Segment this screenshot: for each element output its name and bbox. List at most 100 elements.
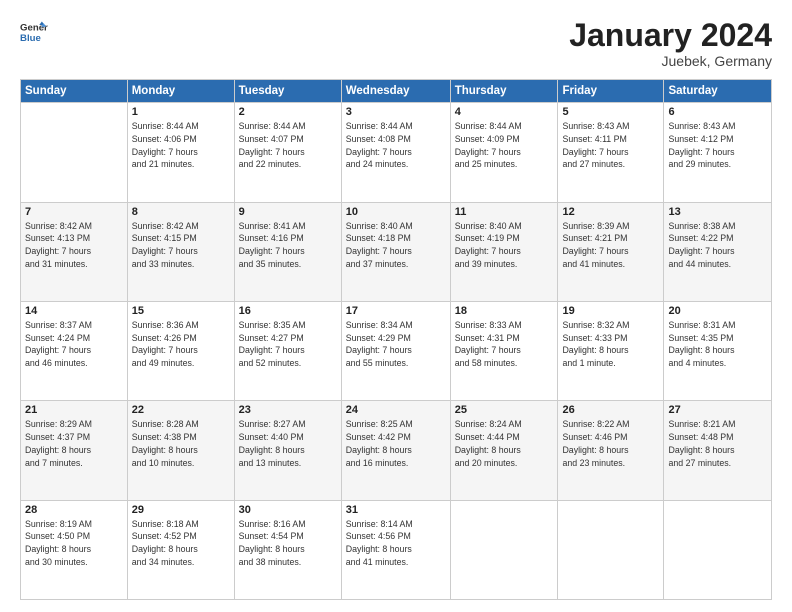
cell-w3-d4: 25 Sunrise: 8:24 AM Sunset: 4:44 PM Dayli… [450, 401, 558, 500]
week-row-0: 1 Sunrise: 8:44 AM Sunset: 4:06 PM Daylig… [21, 103, 772, 202]
day-number-1: 1 [132, 106, 230, 118]
cell-w2-d3: 17Sunrise: 8:34 AM Sunset: 4:29 PM Dayli… [341, 301, 450, 400]
day-info-27: Sunrise: 8:21 AM Sunset: 4:48 PM Dayligh… [668, 418, 767, 469]
calendar-header: Sunday Monday Tuesday Wednesday Thursday… [21, 80, 772, 103]
cell-w4-d0: 28 Sunrise: 8:19 AM Sunset: 4:50 PM Dayli… [21, 500, 128, 599]
cell-w2-d0: 14 Sunrise: 8:37 AM Sunset: 4:24 PM Dayli… [21, 301, 128, 400]
day-info-22: Sunrise: 8:28 AM Sunset: 4:38 PM Dayligh… [132, 418, 230, 469]
day-number-30: 30 [239, 504, 337, 516]
day-number-18: 18 [455, 305, 554, 317]
day-number-25: 25 [455, 404, 554, 416]
week-row-3: 21 Sunrise: 8:29 AM Sunset: 4:37 PM Dayli… [21, 401, 772, 500]
day-info-1: Sunrise: 8:44 AM Sunset: 4:06 PM Dayligh… [132, 120, 230, 171]
cell-w1-d3: 10 Sunrise: 8:40 AM Sunset: 4:18 PM Dayli… [341, 202, 450, 301]
day-info-3: Sunrise: 8:44 AM Sunset: 4:08 PM Dayligh… [346, 120, 446, 171]
cell-w2-d2: 16 Sunrise: 8:35 AM Sunset: 4:27 PM Dayli… [234, 301, 341, 400]
day-info-7: Sunrise: 8:42 AM Sunset: 4:13 PM Dayligh… [25, 220, 123, 271]
day-info-23: Sunrise: 8:27 AM Sunset: 4:40 PM Dayligh… [239, 418, 337, 469]
cell-w0-d6: 6 Sunrise: 8:43 AM Sunset: 4:12 PM Daylig… [664, 103, 772, 202]
col-saturday: Saturday [664, 80, 772, 103]
logo-icon: General Blue [20, 18, 48, 46]
day-info-5: Sunrise: 8:43 AM Sunset: 4:11 PM Dayligh… [562, 120, 659, 171]
cell-w1-d6: 13 Sunrise: 8:38 AM Sunset: 4:22 PM Dayli… [664, 202, 772, 301]
col-sunday: Sunday [21, 80, 128, 103]
day-number-24: 24 [346, 404, 446, 416]
cell-w3-d5: 26Sunrise: 8:22 AM Sunset: 4:46 PM Dayli… [558, 401, 664, 500]
main-title: January 2024 [569, 18, 772, 53]
day-info-25: Sunrise: 8:24 AM Sunset: 4:44 PM Dayligh… [455, 418, 554, 469]
cell-w1-d0: 7Sunrise: 8:42 AM Sunset: 4:13 PM Daylig… [21, 202, 128, 301]
day-number-19: 19 [562, 305, 659, 317]
cell-w3-d2: 23 Sunrise: 8:27 AM Sunset: 4:40 PM Dayli… [234, 401, 341, 500]
cell-w3-d6: 27 Sunrise: 8:21 AM Sunset: 4:48 PM Dayli… [664, 401, 772, 500]
col-friday: Friday [558, 80, 664, 103]
day-info-21: Sunrise: 8:29 AM Sunset: 4:37 PM Dayligh… [25, 418, 123, 469]
header: General Blue January 2024 Juebek, German… [20, 18, 772, 69]
cell-w1-d5: 12 Sunrise: 8:39 AM Sunset: 4:21 PM Dayli… [558, 202, 664, 301]
day-info-6: Sunrise: 8:43 AM Sunset: 4:12 PM Dayligh… [668, 120, 767, 171]
day-number-17: 17 [346, 305, 446, 317]
day-number-3: 3 [346, 106, 446, 118]
cell-w4-d5 [558, 500, 664, 599]
day-number-6: 6 [668, 106, 767, 118]
day-number-21: 21 [25, 404, 123, 416]
day-number-11: 11 [455, 206, 554, 218]
day-number-15: 15 [132, 305, 230, 317]
day-info-4: Sunrise: 8:44 AM Sunset: 4:09 PM Dayligh… [455, 120, 554, 171]
day-number-9: 9 [239, 206, 337, 218]
day-number-22: 22 [132, 404, 230, 416]
day-info-28: Sunrise: 8:19 AM Sunset: 4:50 PM Dayligh… [25, 518, 123, 569]
day-number-12: 12 [562, 206, 659, 218]
day-number-29: 29 [132, 504, 230, 516]
cell-w2-d4: 18 Sunrise: 8:33 AM Sunset: 4:31 PM Dayli… [450, 301, 558, 400]
day-info-14: Sunrise: 8:37 AM Sunset: 4:24 PM Dayligh… [25, 319, 123, 370]
cell-w4-d3: 31Sunrise: 8:14 AM Sunset: 4:56 PM Dayli… [341, 500, 450, 599]
day-number-16: 16 [239, 305, 337, 317]
day-info-31: Sunrise: 8:14 AM Sunset: 4:56 PM Dayligh… [346, 518, 446, 569]
day-number-10: 10 [346, 206, 446, 218]
cell-w2-d6: 20Sunrise: 8:31 AM Sunset: 4:35 PM Dayli… [664, 301, 772, 400]
cell-w0-d4: 4 Sunrise: 8:44 AM Sunset: 4:09 PM Daylig… [450, 103, 558, 202]
day-number-27: 27 [668, 404, 767, 416]
cell-w2-d1: 15 Sunrise: 8:36 AM Sunset: 4:26 PM Dayli… [127, 301, 234, 400]
day-info-8: Sunrise: 8:42 AM Sunset: 4:15 PM Dayligh… [132, 220, 230, 271]
cell-w0-d2: 2 Sunrise: 8:44 AM Sunset: 4:07 PM Daylig… [234, 103, 341, 202]
week-row-2: 14 Sunrise: 8:37 AM Sunset: 4:24 PM Dayli… [21, 301, 772, 400]
day-info-13: Sunrise: 8:38 AM Sunset: 4:22 PM Dayligh… [668, 220, 767, 271]
day-info-20: Sunrise: 8:31 AM Sunset: 4:35 PM Dayligh… [668, 319, 767, 370]
cell-w4-d2: 30Sunrise: 8:16 AM Sunset: 4:54 PM Dayli… [234, 500, 341, 599]
header-row: Sunday Monday Tuesday Wednesday Thursday… [21, 80, 772, 103]
cell-w0-d1: 1 Sunrise: 8:44 AM Sunset: 4:06 PM Daylig… [127, 103, 234, 202]
day-info-15: Sunrise: 8:36 AM Sunset: 4:26 PM Dayligh… [132, 319, 230, 370]
calendar-body: 1 Sunrise: 8:44 AM Sunset: 4:06 PM Daylig… [21, 103, 772, 600]
day-number-4: 4 [455, 106, 554, 118]
cell-w3-d1: 22 Sunrise: 8:28 AM Sunset: 4:38 PM Dayli… [127, 401, 234, 500]
col-wednesday: Wednesday [341, 80, 450, 103]
day-number-14: 14 [25, 305, 123, 317]
day-info-29: Sunrise: 8:18 AM Sunset: 4:52 PM Dayligh… [132, 518, 230, 569]
day-info-10: Sunrise: 8:40 AM Sunset: 4:18 PM Dayligh… [346, 220, 446, 271]
day-number-13: 13 [668, 206, 767, 218]
day-info-18: Sunrise: 8:33 AM Sunset: 4:31 PM Dayligh… [455, 319, 554, 370]
calendar-table: Sunday Monday Tuesday Wednesday Thursday… [20, 79, 772, 600]
title-block: January 2024 Juebek, Germany [569, 18, 772, 69]
day-number-2: 2 [239, 106, 337, 118]
logo: General Blue [20, 18, 48, 46]
col-monday: Monday [127, 80, 234, 103]
cell-w3-d3: 24 Sunrise: 8:25 AM Sunset: 4:42 PM Dayli… [341, 401, 450, 500]
cell-w1-d1: 8 Sunrise: 8:42 AM Sunset: 4:15 PM Daylig… [127, 202, 234, 301]
day-number-23: 23 [239, 404, 337, 416]
cell-w4-d1: 29 Sunrise: 8:18 AM Sunset: 4:52 PM Dayli… [127, 500, 234, 599]
day-info-24: Sunrise: 8:25 AM Sunset: 4:42 PM Dayligh… [346, 418, 446, 469]
day-number-26: 26 [562, 404, 659, 416]
cell-w0-d5: 5Sunrise: 8:43 AM Sunset: 4:11 PM Daylig… [558, 103, 664, 202]
day-number-28: 28 [25, 504, 123, 516]
col-tuesday: Tuesday [234, 80, 341, 103]
cell-w1-d2: 9Sunrise: 8:41 AM Sunset: 4:16 PM Daylig… [234, 202, 341, 301]
cell-w2-d5: 19Sunrise: 8:32 AM Sunset: 4:33 PM Dayli… [558, 301, 664, 400]
cell-w1-d4: 11Sunrise: 8:40 AM Sunset: 4:19 PM Dayli… [450, 202, 558, 301]
day-number-8: 8 [132, 206, 230, 218]
day-info-12: Sunrise: 8:39 AM Sunset: 4:21 PM Dayligh… [562, 220, 659, 271]
day-info-2: Sunrise: 8:44 AM Sunset: 4:07 PM Dayligh… [239, 120, 337, 171]
day-info-16: Sunrise: 8:35 AM Sunset: 4:27 PM Dayligh… [239, 319, 337, 370]
